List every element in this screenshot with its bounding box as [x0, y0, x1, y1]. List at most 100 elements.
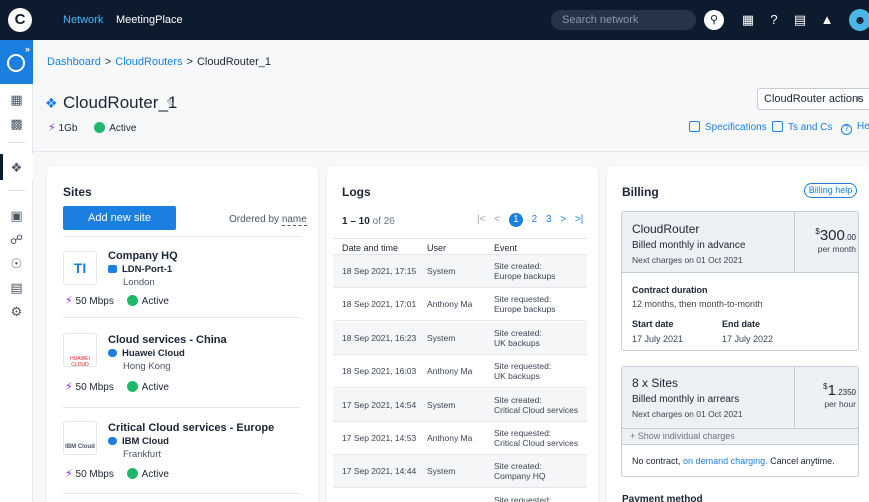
ordered-by-control[interactable]: Ordered by name — [229, 214, 307, 226]
port-icon[interactable]: ▣ — [0, 208, 33, 224]
table-row: 17 Sep 2021, 14:53 Anthony Ma Site request… — [333, 422, 587, 455]
site-status-label: Active — [141, 296, 169, 307]
log-event: Site requested: — [494, 428, 552, 438]
breadcrumb-cloudrouters[interactable]: CloudRouters — [115, 56, 182, 68]
log-event: Site requested: — [494, 494, 552, 502]
page-button[interactable]: 2 — [532, 214, 538, 225]
search-icon[interactable]: ⚲ — [704, 10, 724, 30]
sidebar-expand-button[interactable]: » — [0, 40, 33, 84]
next-page-icon[interactable]: > — [560, 214, 566, 225]
site-status-label: Active — [141, 469, 169, 480]
brand-logo[interactable]: C — [8, 8, 32, 32]
help-icon: ? — [841, 124, 852, 135]
document-icon[interactable]: ▤ — [0, 280, 33, 296]
hierarchy-icon[interactable]: ☍ — [0, 232, 33, 248]
first-page-icon[interactable]: |< — [477, 214, 485, 225]
price-period: per month — [817, 244, 856, 254]
chat-icon[interactable]: ▤ — [790, 10, 810, 30]
price-amount: 300 — [819, 227, 845, 244]
cloudrouter-billing-box: CloudRouter Billed monthly in advance Ne… — [621, 211, 859, 351]
billing-item-name: CloudRouter — [632, 222, 700, 236]
start-date-value: 17 July 2021 — [632, 334, 684, 344]
breadcrumb-dashboard[interactable]: Dashboard — [47, 56, 101, 68]
table-row: 18 Sep 2021, 17:15 System Site created: Eur… — [333, 255, 587, 288]
huawei-logo: HUAWEI CLOUD — [63, 333, 97, 367]
terms-link[interactable]: Ts and Cs — [772, 121, 832, 133]
billing-help-button[interactable]: Billing help — [804, 183, 857, 198]
breadcrumb: Dashboard > CloudRouters > CloudRouter_1 — [47, 56, 271, 68]
router-status: Active — [109, 123, 137, 134]
site-location: Hong Kong — [123, 361, 171, 372]
contract-duration-value: 12 months, then month-to-month — [632, 299, 763, 309]
last-page-icon[interactable]: >| — [575, 214, 583, 225]
divider — [63, 317, 300, 318]
price-decimals: .2350 — [835, 388, 856, 397]
site-status: ⚡ 50 Mbps Active — [65, 294, 169, 307]
log-date: 17 Sep 2021, 14:54 — [342, 399, 417, 410]
site-name[interactable]: Company HQ — [108, 250, 178, 262]
page-title: CloudRouter_1 — [63, 93, 178, 112]
edit-icon[interactable]: ✎ — [166, 97, 175, 110]
sites-billing-box: 8 x Sites Billed monthly in arrears Next… — [621, 366, 859, 477]
billing-title: Billing — [622, 185, 659, 199]
billing-next-charge: Next charges on 01 Oct 2021 — [632, 255, 743, 265]
router-summary: ⚡ 1Gb Active — [48, 121, 136, 134]
site-provider: LDN-Port-1 — [108, 264, 172, 275]
cloudrouter-actions-dropdown[interactable]: CloudRouter actions ▼ — [757, 88, 869, 110]
cloudrouter-icon[interactable]: ❖ — [0, 160, 33, 176]
prev-page-icon[interactable]: < — [494, 214, 500, 225]
chip-icon[interactable]: ⚙ — [0, 304, 33, 320]
log-event: Site created: — [494, 327, 542, 338]
log-user: Anthony Ma — [427, 299, 473, 310]
show-individual-charges-button[interactable]: + Show individual charges — [622, 428, 858, 445]
bell-icon[interactable]: ▲ — [817, 10, 837, 30]
site-speed: 50 Mbps — [75, 382, 114, 393]
page-button[interactable]: 3 — [546, 214, 552, 225]
lightning-icon: ⚡ — [65, 468, 73, 480]
specifications-link[interactable]: Specifications — [689, 121, 767, 133]
breadcrumb-current: CloudRouter_1 — [196, 56, 271, 68]
log-user: System — [427, 466, 456, 477]
calculator-icon[interactable]: ▦ — [738, 10, 758, 30]
log-event-target: UK backups — [494, 371, 540, 382]
table-row: 18 Sep 2021, 16:23 System Site created: UK … — [333, 321, 587, 355]
document-icon — [689, 121, 700, 132]
nav-network[interactable]: Network — [63, 0, 103, 40]
status-dot-icon — [94, 122, 106, 133]
globe-icon[interactable]: ☉ — [0, 256, 33, 272]
cloudrouter-actions-label: CloudRouter actions — [764, 93, 864, 105]
sidebar: » ▦ ▩ ❖ ▣ ☍ ☉ ▤ ⚙ — [0, 40, 33, 502]
on-demand-charging-link[interactable]: on demand charging. — [683, 456, 768, 466]
logs-table-header: Date and time User Event — [333, 238, 587, 255]
price-amount: 1 — [827, 382, 836, 399]
add-new-site-button[interactable]: Add new site — [63, 206, 176, 230]
log-user: System — [427, 266, 456, 276]
table-row: 17 Sep 2021, 14:44 System Site created: Com… — [333, 455, 587, 489]
log-date: 18 Sep 2021, 17:15 — [342, 266, 417, 276]
payment-method-title: Payment method — [622, 494, 703, 502]
site-name[interactable]: Cloud services - China — [108, 334, 227, 346]
help-icon[interactable]: ? — [764, 10, 784, 30]
calculator-icon[interactable]: ▩ — [0, 116, 33, 132]
log-event-target: Europe backups — [494, 271, 556, 281]
lightning-icon: ⚡ — [48, 122, 56, 134]
price: $1.2350 per hour — [795, 382, 856, 409]
log-user: Anthony Ma — [427, 433, 473, 443]
search-input[interactable]: Search network — [551, 10, 696, 30]
help-link[interactable]: ? He — [841, 121, 869, 135]
site-name[interactable]: Critical Cloud services - Europe — [108, 422, 274, 434]
price: $300.00 per month — [795, 227, 856, 254]
avatar[interactable]: ☻ — [849, 9, 869, 31]
lightning-icon: ⚡ — [65, 295, 73, 307]
dashboard-icon[interactable]: ▦ — [0, 92, 33, 108]
log-event-target: Critical Cloud services — [494, 404, 579, 415]
log-date: 18 Sep 2021, 16:03 — [342, 366, 417, 377]
page-button-current[interactable]: 1 — [508, 213, 523, 227]
status-dot-icon — [126, 295, 138, 306]
table-row: 17 Sep 2021, 14:54 System Site created: Cri… — [333, 388, 587, 422]
nav-meetingplace[interactable]: MeetingPlace — [116, 0, 183, 40]
contract-note-prefix: No contract, — [632, 456, 681, 466]
terms-icon — [772, 121, 783, 132]
chevron-right-icon: » — [24, 44, 30, 54]
ordered-by-label: Ordered by — [229, 214, 280, 225]
